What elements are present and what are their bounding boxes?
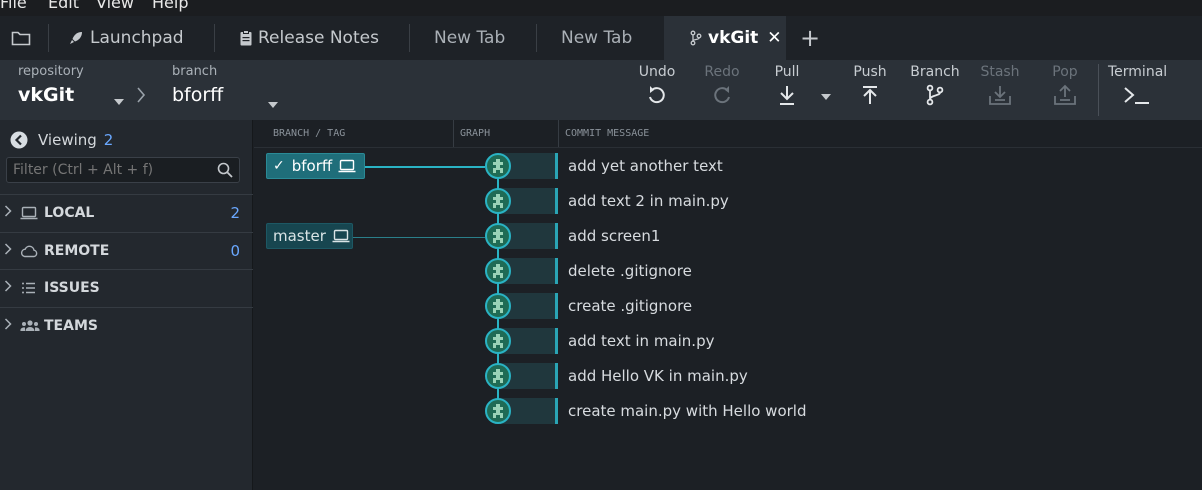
- section-label: TEAMS: [44, 318, 98, 334]
- section-remote[interactable]: REMOTE 0: [0, 232, 253, 269]
- cloud-icon: [20, 244, 44, 258]
- section-label: ISSUES: [44, 280, 100, 296]
- laptop-icon: [332, 229, 350, 243]
- filter-input[interactable]: [6, 157, 240, 183]
- menu-view[interactable]: View: [96, 0, 134, 12]
- undo-button[interactable]: Undo: [627, 64, 687, 116]
- tab-launchpad[interactable]: Launchpad: [68, 16, 184, 60]
- push-icon: [863, 86, 877, 104]
- collapse-panel-icon[interactable]: [10, 131, 28, 149]
- tab-label: Launchpad: [90, 28, 184, 48]
- chevron-right-icon: [0, 243, 20, 259]
- commit-message[interactable]: create main.py with Hello world: [555, 398, 1202, 424]
- push-button[interactable]: Push: [840, 64, 900, 116]
- folder-icon[interactable]: [8, 16, 34, 60]
- tab-label: New Tab: [561, 28, 633, 48]
- laptop-icon: [338, 159, 356, 173]
- rocket-icon: [68, 30, 84, 46]
- stash-button[interactable]: Stash: [970, 64, 1030, 116]
- branch-icon: [926, 84, 944, 106]
- commit-message[interactable]: add yet another text: [555, 153, 1202, 179]
- commit-avatar[interactable]: [485, 328, 511, 354]
- commit-avatar[interactable]: [485, 223, 511, 249]
- clipboard-icon: [240, 30, 252, 46]
- caret-down-icon[interactable]: [114, 90, 124, 109]
- section-local[interactable]: LOCAL 2: [0, 194, 253, 231]
- menu-file[interactable]: File: [0, 0, 27, 12]
- menu-bar: File Edit View Help: [0, 0, 1202, 16]
- tab-new-2[interactable]: New Tab: [561, 16, 632, 60]
- section-count: 0: [230, 242, 240, 260]
- pull-icon: [780, 86, 794, 105]
- commit-message[interactable]: add text 2 in main.py: [555, 188, 1202, 214]
- commit-avatar[interactable]: [485, 293, 511, 319]
- chevron-right-icon: [0, 205, 20, 221]
- pop-icon: [1054, 84, 1076, 105]
- chevron-right-icon: [136, 87, 146, 107]
- commit-avatar[interactable]: [485, 258, 511, 284]
- viewing-label: Viewing: [38, 131, 97, 149]
- list-icon: [20, 281, 44, 295]
- search-icon[interactable]: [217, 162, 233, 182]
- caret-down-icon[interactable]: [268, 93, 278, 112]
- section-issues[interactable]: ISSUES: [0, 269, 253, 306]
- commit-avatar[interactable]: [485, 398, 511, 424]
- menu-edit[interactable]: Edit: [48, 0, 79, 12]
- section-label: REMOTE: [44, 243, 110, 259]
- commit-avatar[interactable]: [485, 188, 511, 214]
- terminal-button[interactable]: Terminal: [1104, 64, 1170, 116]
- toolbar-divider: [1098, 64, 1099, 116]
- redo-button[interactable]: Redo: [692, 64, 752, 116]
- tab-new-1[interactable]: New Tab: [434, 16, 505, 60]
- tab-label: New Tab: [434, 28, 506, 48]
- commit-message[interactable]: add Hello VK in main.py: [555, 363, 1202, 389]
- commit-graph: BRANCH / TAG GRAPH COMMIT MESSAGE ✓ bfor…: [254, 120, 1202, 490]
- pop-button[interactable]: Pop: [1035, 64, 1095, 116]
- branch-label-bforff[interactable]: ✓ bforff: [266, 153, 365, 179]
- undo-icon: [649, 86, 665, 104]
- column-header-graph[interactable]: GRAPH: [460, 120, 490, 147]
- commit-avatar[interactable]: [485, 363, 511, 389]
- stash-icon: [989, 86, 1011, 105]
- repository-selector[interactable]: vkGit: [18, 84, 74, 106]
- commit-message[interactable]: delete .gitignore: [555, 258, 1202, 284]
- pull-button[interactable]: Pull: [757, 64, 817, 116]
- chevron-right-icon: [0, 318, 20, 334]
- viewing-count: 2: [103, 131, 114, 149]
- laptop-icon: [20, 206, 44, 220]
- tab-bar: Launchpad Release Notes New Tab New Tab …: [0, 16, 1202, 60]
- branch-icon: [690, 30, 702, 46]
- redo-icon: [714, 86, 730, 104]
- commit-message[interactable]: add screen1: [555, 223, 1202, 249]
- branch-selector[interactable]: bforff: [172, 84, 223, 106]
- branch-button[interactable]: Branch: [905, 64, 965, 116]
- section-teams[interactable]: TEAMS: [0, 307, 253, 344]
- users-icon: [20, 319, 44, 333]
- close-icon[interactable]: ✕: [767, 28, 781, 48]
- commit-message[interactable]: create .gitignore: [555, 293, 1202, 319]
- branch-label: branch: [172, 64, 218, 79]
- tab-vkgit[interactable]: vkGit ✕: [664, 16, 786, 60]
- commit-message[interactable]: add text in main.py: [555, 328, 1202, 354]
- viewing-header: Viewing 2: [10, 130, 113, 150]
- add-tab-button[interactable]: +: [800, 16, 820, 60]
- branch-label-master[interactable]: master: [266, 223, 353, 249]
- repository-label: repository: [18, 64, 84, 79]
- column-header-commit-message[interactable]: COMMIT MESSAGE: [565, 120, 649, 147]
- terminal-icon: [1124, 87, 1149, 104]
- commit-avatar[interactable]: [485, 153, 511, 179]
- column-header-branch-tag[interactable]: BRANCH / TAG: [273, 120, 345, 147]
- pull-options-caret-icon[interactable]: [821, 85, 831, 104]
- left-panel: Viewing 2 LOCAL 2 REMOTE 0 ISSUES: [0, 120, 253, 490]
- tab-label: vkGit: [708, 28, 759, 48]
- section-label: LOCAL: [44, 205, 95, 221]
- chevron-right-icon: [0, 280, 20, 296]
- toolbar: repository vkGit branch bforff Undo Redo…: [0, 60, 1202, 120]
- menu-help[interactable]: Help: [152, 0, 188, 12]
- section-count: 2: [230, 204, 240, 222]
- tab-release-notes[interactable]: Release Notes: [240, 16, 379, 60]
- checkmark-icon: ✓: [273, 158, 285, 174]
- tab-label: Release Notes: [258, 28, 379, 48]
